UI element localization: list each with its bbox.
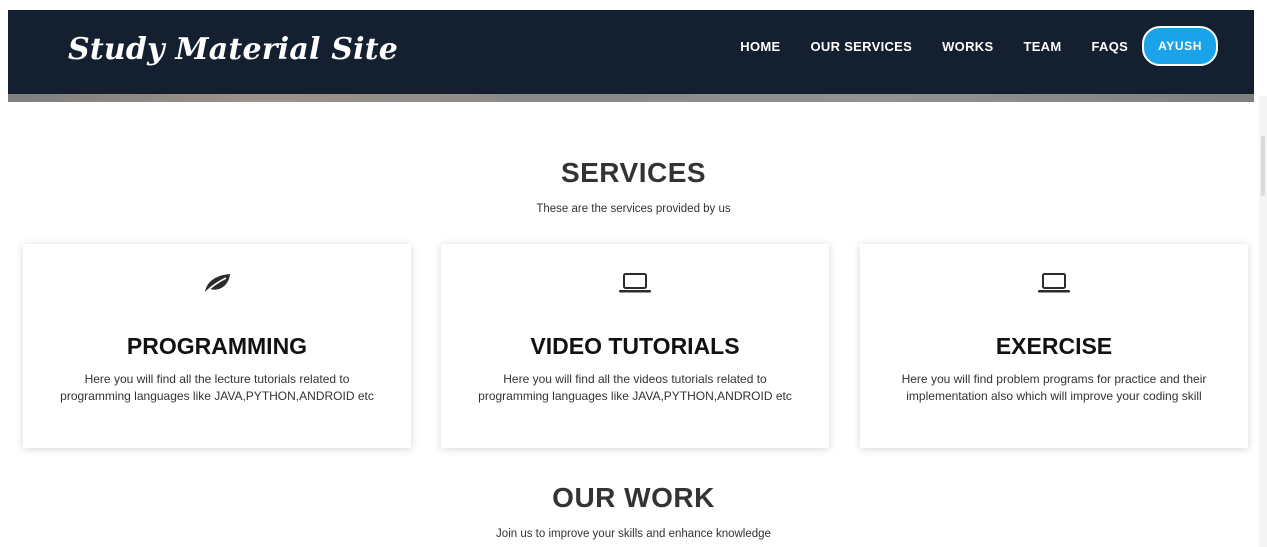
nav-our-services[interactable]: OUR SERVICES bbox=[811, 39, 913, 54]
card-text: Here you will find all the videos tutori… bbox=[478, 372, 792, 403]
nav-team[interactable]: TEAM bbox=[1023, 39, 1061, 54]
services-subtitle: These are the services provided by us bbox=[536, 203, 731, 215]
work-title: OUR WORK bbox=[552, 482, 715, 513]
site-logo[interactable]: Study Material Site bbox=[68, 32, 398, 67]
navbar: Study Material Site HOME OUR SERVICES WO… bbox=[8, 10, 1254, 102]
service-card-programming: PROGRAMMING Here you will find all the l… bbox=[23, 244, 411, 448]
card-text: Here you will find all the lecture tutor… bbox=[60, 372, 374, 403]
nav-home[interactable]: HOME bbox=[740, 39, 780, 54]
user-button[interactable]: AYUSH bbox=[1142, 26, 1218, 66]
nav-works[interactable]: WORKS bbox=[942, 39, 993, 54]
services-title: SERVICES bbox=[560, 157, 707, 188]
card-title: EXERCISE bbox=[995, 333, 1113, 359]
card-title: PROGRAMMING bbox=[126, 333, 308, 359]
leaf-icon bbox=[23, 272, 411, 296]
card-text: Here you will find problem programs for … bbox=[901, 372, 1207, 403]
laptop-icon bbox=[860, 272, 1248, 296]
work-subtitle: Join us to improve your skills and enhan… bbox=[496, 528, 771, 540]
nav-faqs[interactable]: FAQS bbox=[1091, 39, 1128, 54]
nav-menu: HOME OUR SERVICES WORKS TEAM FAQS AYUSH bbox=[710, 10, 1218, 82]
laptop-icon bbox=[441, 272, 829, 296]
card-title: VIDEO TUTORIALS bbox=[530, 333, 740, 359]
service-card-video-tutorials: VIDEO TUTORIALS Here you will find all t… bbox=[441, 244, 829, 448]
hero-image-edge bbox=[8, 94, 1254, 102]
service-card-exercise: EXERCISE Here you will find problem prog… bbox=[860, 244, 1248, 448]
